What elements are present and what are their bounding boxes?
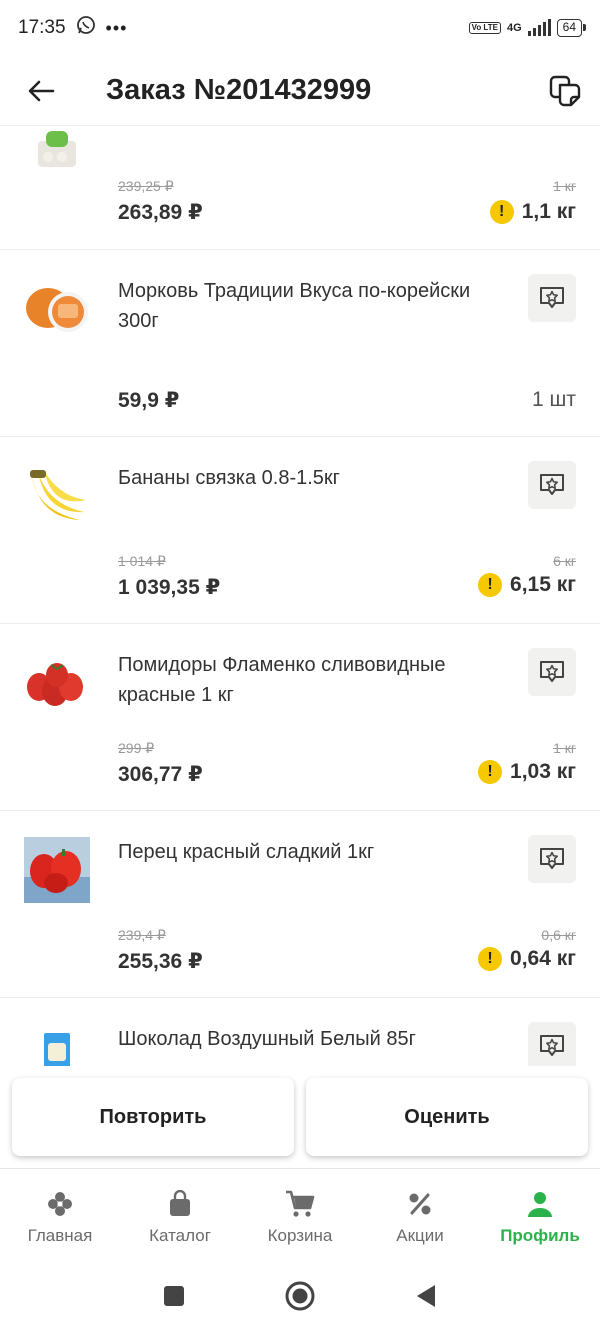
- arrow-left-icon: [28, 80, 55, 101]
- battery-icon: 64: [556, 19, 587, 37]
- rate-star-icon: [540, 661, 564, 682]
- rate-product-button[interactable]: [528, 274, 576, 322]
- product-image: [24, 463, 90, 529]
- repeat-order-button[interactable]: Повторить: [12, 1078, 294, 1156]
- price: 263,89 ₽: [118, 201, 203, 224]
- system-navigation: [0, 1264, 600, 1333]
- square-icon: [164, 1286, 184, 1306]
- rate-star-icon: [540, 474, 564, 495]
- bottom-navigation: Главная Каталог Корзина Акции Профиль: [0, 1168, 600, 1264]
- cart-icon: [283, 1188, 317, 1220]
- product-name: Бананы связка 0.8-1.5кг: [118, 467, 340, 489]
- price: 306,77 ₽: [118, 763, 203, 786]
- quantity: ! 6,15 кг: [478, 573, 576, 597]
- status-time: 17:35: [18, 17, 66, 38]
- old-price: 239,4 ₽: [118, 927, 166, 943]
- old-price: 299 ₽: [118, 740, 155, 756]
- list-item[interactable]: Помидоры Фламенко сливовидные красные 1 …: [0, 624, 600, 811]
- percent-icon: [403, 1188, 437, 1220]
- quantity-value: 6,15 кг: [510, 573, 576, 596]
- nav-cart[interactable]: Корзина: [240, 1169, 360, 1264]
- old-quantity: 0,6 кг: [541, 927, 576, 943]
- nav-profile-label: Профиль: [500, 1225, 580, 1245]
- product-image: [24, 650, 90, 716]
- quantity: ! 1,1 кг: [489, 200, 576, 224]
- product-image: [24, 276, 90, 342]
- nav-profile[interactable]: Профиль: [480, 1169, 600, 1264]
- nav-catalog-label: Каталог: [149, 1225, 211, 1245]
- rate-product-button[interactable]: [528, 461, 576, 509]
- more-notifications-icon: •••: [105, 17, 128, 38]
- warning-icon: !: [478, 947, 503, 971]
- quantity: ! 1,03 кг: [478, 760, 576, 784]
- warning-icon: !: [478, 760, 503, 784]
- rate-star-icon: [540, 287, 564, 308]
- copy-icon: [549, 75, 581, 106]
- rate-order-button[interactable]: Оценить: [306, 1078, 588, 1156]
- rate-star-icon: [540, 848, 564, 869]
- warning-icon: !: [478, 573, 503, 597]
- order-items-list: 239,25 ₽ 263,89 ₽ 1 кг ! 1,1 кг Морковь …: [0, 126, 600, 1066]
- volte-badge: Vo LTE: [468, 22, 501, 34]
- nav-cart-label: Корзина: [267, 1225, 333, 1245]
- old-price: 239,25 ₽: [118, 178, 174, 194]
- home-system-button[interactable]: [284, 1280, 316, 1317]
- triangle-back-icon: [417, 1285, 435, 1307]
- product-image: [24, 1024, 90, 1066]
- profile-icon: [523, 1188, 557, 1220]
- nav-promo-label: Акции: [396, 1225, 444, 1245]
- quantity-value: 0,64 кг: [510, 947, 576, 970]
- rate-star-icon: [540, 1035, 564, 1056]
- rate-product-button[interactable]: [528, 1022, 576, 1066]
- quantity-value: 1 шт: [532, 388, 576, 411]
- product-name: Помидоры Фламенко сливовидные красные 1 …: [118, 654, 446, 706]
- whatsapp-icon: [76, 15, 96, 41]
- app-header: Заказ №201432999: [0, 56, 600, 126]
- price: 59,9 ₽: [118, 389, 180, 412]
- nav-home[interactable]: Главная: [0, 1169, 120, 1264]
- shopping-bag-icon: [163, 1188, 197, 1220]
- product-image: [24, 837, 90, 903]
- quantity-value: 1,1 кг: [521, 200, 576, 223]
- list-item[interactable]: Шоколад Воздушный Белый 85г: [0, 998, 600, 1066]
- nav-home-label: Главная: [27, 1225, 93, 1245]
- old-price: 1 014 ₽: [118, 553, 166, 569]
- product-image: [24, 126, 90, 184]
- quantity: ! 0,64 кг: [478, 947, 576, 971]
- home-icon: [43, 1188, 77, 1220]
- rate-product-button[interactable]: [528, 835, 576, 883]
- nav-catalog[interactable]: Каталог: [120, 1169, 240, 1264]
- status-bar: 17:35 ••• Vo LTE 4G 64: [0, 0, 600, 56]
- old-quantity: 1 кг: [553, 740, 576, 756]
- circle-icon: [285, 1281, 315, 1311]
- quantity: 1 шт: [532, 388, 576, 412]
- product-name: Перец красный сладкий 1кг: [118, 841, 375, 863]
- price: 1 039,35 ₽: [118, 576, 221, 599]
- list-item[interactable]: Перец красный сладкий 1кг 239,4 ₽ 255,36…: [0, 811, 600, 998]
- recent-apps-button[interactable]: [162, 1284, 186, 1313]
- back-system-button[interactable]: [414, 1283, 438, 1314]
- warning-icon: !: [489, 200, 514, 224]
- page-title: Заказ №201432999: [106, 74, 372, 106]
- signal-icon: [527, 19, 551, 36]
- price: 255,36 ₽: [118, 950, 203, 973]
- list-item[interactable]: Бананы связка 0.8-1.5кг 1 014 ₽ 1 039,35…: [0, 437, 600, 624]
- copy-order-button[interactable]: [530, 56, 600, 126]
- product-name: Шоколад Воздушный Белый 85г: [118, 1028, 416, 1050]
- old-quantity: 6 кг: [553, 553, 576, 569]
- rate-product-button[interactable]: [528, 648, 576, 696]
- order-actions: Повторить Оценить: [0, 1066, 600, 1168]
- list-item[interactable]: 239,25 ₽ 263,89 ₽ 1 кг ! 1,1 кг: [0, 126, 600, 250]
- old-quantity: 1 кг: [553, 178, 576, 194]
- nav-promo[interactable]: Акции: [360, 1169, 480, 1264]
- product-name: Морковь Традиции Вкуса по-корейски 300г: [118, 280, 471, 332]
- battery-level: 64: [562, 20, 576, 34]
- back-button[interactable]: [0, 56, 82, 126]
- quantity-value: 1,03 кг: [510, 760, 576, 783]
- list-item[interactable]: Морковь Традиции Вкуса по-корейски 300г …: [0, 250, 600, 437]
- network-label: 4G: [506, 22, 522, 34]
